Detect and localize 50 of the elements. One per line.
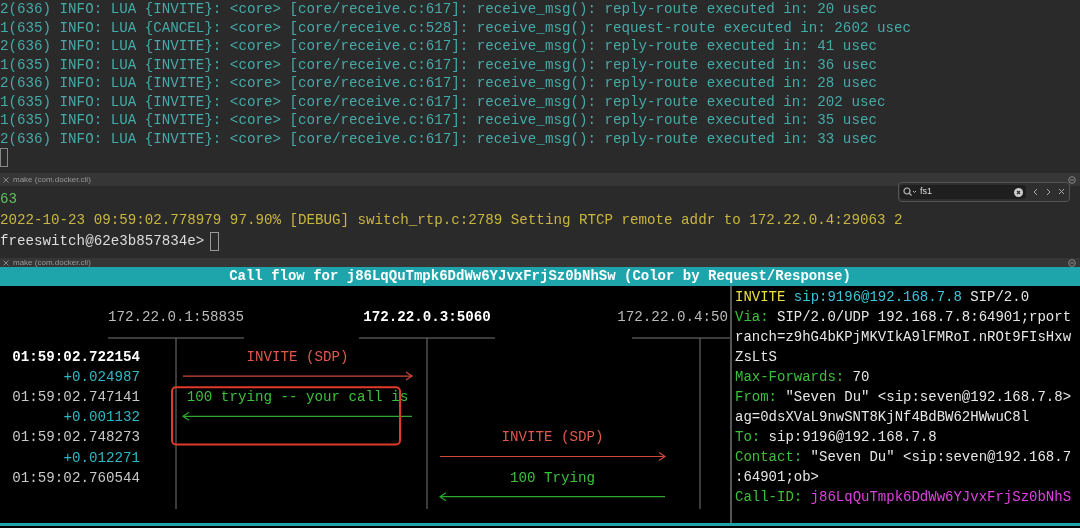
- sip-line: Max-Forwards: 70: [735, 368, 871, 387]
- close-icon[interactable]: [1058, 188, 1065, 196]
- timestamp: 01:59:02.748273: [12, 429, 140, 446]
- host-label: 172.22.0.3:5060: [363, 309, 491, 325]
- message-label: INVITE (SDP): [246, 349, 349, 365]
- sip-line: Call-ID: j86LqQuTmpk6DdWw6YJvxFrjSz0bNhS: [735, 488, 1073, 507]
- time-delta: +0.012271: [63, 449, 140, 466]
- sip-line: Via: SIP/2.0/UDP 192.168.7.8:64901;rport: [735, 308, 1073, 327]
- cursor: [210, 232, 220, 251]
- host-label: 172.22.0.4:50: [617, 309, 728, 325]
- message-label: 100 Trying: [509, 469, 596, 486]
- call-flow-title: Call flow for j86LqQuTmpk6DdWw6YJvxFrjSz0bNhSw (Color by Request/Response): [0, 267, 1080, 286]
- host-label: 172.22.0.1:58835: [107, 309, 245, 325]
- minus-circle-icon[interactable]: [1068, 258, 1076, 267]
- log-line: 2(636) INFO: LUA {INVITE}: <core> [core/receive.c:617]: receive_msg(): reply-route executed in: 28 usec: [0, 74, 878, 93]
- clear-icon[interactable]: [1014, 187, 1023, 197]
- log-line: 1(635) INFO: LUA {INVITE}: <core> [core/receive.c:617]: receive_msg(): reply-route executed in: 36 usec: [0, 55, 878, 74]
- sip-line: ag=0dsXVaL9nwSNT8KjNf4BdBW62HWwuC8l: [735, 408, 1031, 427]
- log-line: 2(636) INFO: LUA {INVITE}: <core> [core/receive.c:617]: receive_msg(): reply-route executed in: 33 usec: [0, 129, 878, 148]
- search-icon[interactable]: [903, 187, 917, 197]
- minus-circle-icon[interactable]: [1068, 175, 1076, 184]
- log-line: 2(636) INFO: LUA {INVITE}: <core> [core/receive.c:617]: receive_msg(): reply-route executed in: 20 usec: [0, 0, 878, 19]
- timestamp: 01:59:02.747141: [12, 389, 140, 406]
- sip-line: To: sip:9196@192.168.7.8: [735, 428, 938, 447]
- next-icon[interactable]: [1045, 188, 1052, 196]
- time-delta: +0.024987: [63, 369, 140, 386]
- console-line: 63: [0, 190, 18, 209]
- log-line: 1(635) INFO: LUA {INVITE}: <core> [core/receive.c:617]: receive_msg(): reply-route executed in: 35 usec: [0, 111, 878, 130]
- close-icon[interactable]: [3, 259, 9, 266]
- sip-line: :64901;ob>: [735, 468, 820, 487]
- log-line: 2(636) INFO: LUA {INVITE}: <core> [core/receive.c:617]: receive_msg(): reply-route executed in: 41 usec: [0, 37, 878, 56]
- close-icon[interactable]: [3, 176, 9, 183]
- previous-icon[interactable]: [1032, 188, 1039, 196]
- sip-line: INVITE sip:9196@192.168.7.8 SIP/2.0: [735, 288, 1031, 307]
- search-field[interactable]: fs1: [900, 185, 1026, 199]
- sip-line: ranch=z9hG4bKPjMKVIkA9lFMRoI.nROt9FIsHxw: [735, 328, 1073, 347]
- log-line: 1(635) INFO: LUA {INVITE}: <core> [core/receive.c:617]: receive_msg(): reply-route executed in: 202 usec: [0, 92, 887, 111]
- tab-title[interactable]: make (com.docker.cli): [13, 258, 91, 267]
- sip-line: ZsLtS: [735, 348, 778, 367]
- time-delta: +0.001132: [63, 409, 140, 426]
- timestamp: 01:59:02.722154: [12, 349, 140, 365]
- timestamp: 01:59:02.760544: [12, 469, 140, 486]
- log-line: 1(635) INFO: LUA {CANCEL}: <core> [core/receive.c:528]: receive_msg(): request-route executed in: 2602 usec: [0, 18, 912, 37]
- sip-line: From: "Seven Du" <sip:seven@192.168.7.8>: [735, 388, 1073, 407]
- tab-title[interactable]: make (com.docker.cli): [13, 175, 91, 184]
- sip-line: Contact: "Seven Du" <sip:seven@192.168.7: [735, 448, 1073, 467]
- prompt: freeswitch@62e3b857834e>: [0, 232, 205, 251]
- debug-line: 2022-10-23 09:59:02.778979 97.90% [DEBUG] switch_rtp.c:2789 Setting RTCP remote addr to 172.22.0.4:29063 2: [0, 211, 903, 230]
- cursor: [0, 148, 8, 167]
- message-label: INVITE (SDP): [501, 429, 604, 446]
